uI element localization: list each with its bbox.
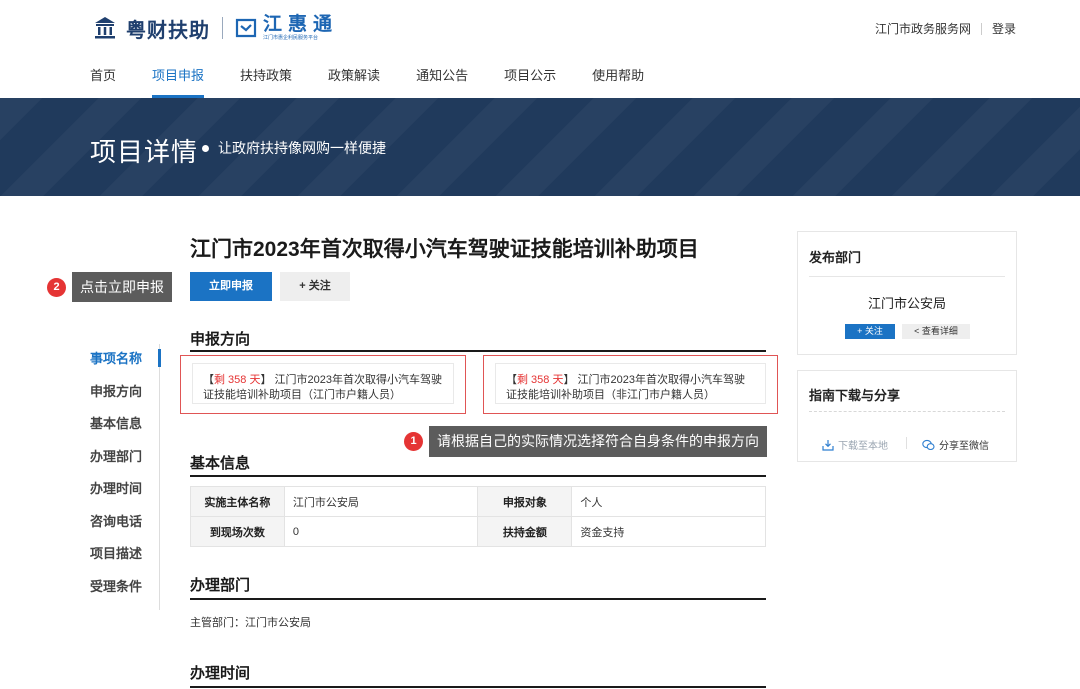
info-value: 江门市公安局: [283, 486, 479, 517]
guide-divider: [809, 411, 1005, 412]
tip-text-1: 请根据自己的实际情况选择符合自身条件的申报方向: [429, 426, 767, 457]
direction-heading-rule: [190, 350, 766, 352]
wechat-icon: [922, 439, 935, 450]
section-nav-item-conditions[interactable]: 受理条件: [90, 572, 159, 605]
table-row: 实施主体名称 江门市公安局 申报对象 个人: [190, 486, 766, 517]
nav-home[interactable]: 首页: [90, 62, 116, 98]
guide-card: 指南下载与分享 下载至本地 分享至微信: [797, 370, 1017, 462]
basic-info-heading: 基本信息: [190, 455, 251, 472]
table-row: 到现场次数 0 扶持金额 资金支持: [190, 516, 766, 547]
nav-project-publicity[interactable]: 项目公示: [504, 62, 556, 98]
brand2-name: 江惠通: [263, 14, 339, 35]
section-nav-item-basic-info[interactable]: 基本信息: [90, 409, 159, 442]
tip-text-2: 点击立即申报: [72, 272, 172, 302]
direction-option-text-line2: 证技能培训补助项目（江门市户籍人员）: [203, 389, 401, 401]
brand2-subtitle: 江门市惠企利民服务平台: [263, 35, 319, 41]
section-nav-item-description[interactable]: 项目描述: [90, 539, 159, 572]
direction-option-local[interactable]: 【剩 358 天】 江门市2023年首次取得小汽车驾驶 证技能培训补助项目（江门…: [180, 355, 466, 414]
info-key: 实施主体名称: [190, 486, 285, 517]
direction-option-text-line2: 证技能培训补助项目（非江门市户籍人员）: [506, 389, 715, 401]
download-icon: [822, 439, 834, 451]
time-heading: 办理时间: [190, 665, 251, 682]
info-key: 申报对象: [477, 486, 573, 517]
direction-heading: 申报方向: [190, 331, 251, 348]
bracket-close: 】: [260, 374, 272, 386]
publisher-follow-button[interactable]: + 关注: [845, 324, 895, 339]
share-divider: [906, 437, 907, 449]
basic-info-heading-rule: [190, 475, 766, 477]
site-logo[interactable]: 粤财扶助 江惠通 江门市惠企利民服务平台: [92, 10, 338, 46]
step-badge-2: 2: [47, 277, 66, 297]
publisher-name: 江门市公安局: [867, 296, 946, 311]
follow-button[interactable]: + 关注: [280, 272, 350, 301]
banner-subtitle: 让政府扶持像网购一样便捷: [218, 140, 386, 156]
time-heading-rule: [190, 686, 766, 688]
download-button[interactable]: 下载至本地: [822, 437, 888, 452]
bracket-open: 【: [203, 374, 214, 386]
direction-option-text-line1: 江门市2023年首次取得小汽车驾驶: [274, 374, 443, 386]
direction-option-text-line1: 江门市2023年首次取得小汽车驾驶: [577, 374, 746, 386]
publisher-divider: [809, 276, 1005, 277]
nav-help[interactable]: 使用帮助: [592, 62, 644, 98]
info-value: 个人: [571, 486, 766, 517]
step-badge-1: 1: [404, 432, 423, 451]
days-remaining: 剩 358 天: [214, 374, 261, 386]
banner-title: 项目详情: [90, 137, 199, 167]
main-nav: 首页 项目申报 扶持政策 政策解读 通知公告 项目公示 使用帮助: [90, 62, 680, 98]
info-key: 到现场次数: [190, 516, 285, 547]
publisher-card: 发布部门 江门市公安局 + 关注 < 查看详细: [797, 231, 1017, 355]
direction-option-body: 【剩 358 天】 江门市2023年首次取得小汽车驾驶 证技能培训补助项目（江门…: [192, 363, 454, 404]
share-wechat-button[interactable]: 分享至微信: [922, 437, 989, 452]
basic-info-table: 实施主体名称 江门市公安局 申报对象 个人 到现场次数 0 扶持金额 资金支持: [190, 486, 766, 547]
brand-name: 粤财扶助: [126, 19, 210, 42]
gov-service-link[interactable]: 江门市政务服务网: [875, 20, 971, 37]
days-remaining: 剩 358 天: [517, 374, 564, 386]
bracket-open: 【: [506, 374, 517, 386]
dept-heading: 办理部门: [190, 577, 251, 594]
government-building-icon: [95, 17, 115, 39]
section-nav-item-name[interactable]: 事项名称: [90, 344, 161, 377]
top-links: 江门市政务服务网 登录: [875, 20, 1016, 37]
logo-divider: [222, 17, 223, 39]
direction-option-nonlocal[interactable]: 【剩 358 天】 江门市2023年首次取得小汽车驾驶 证技能培训补助项目（非江…: [483, 355, 778, 414]
info-value: 0: [283, 516, 479, 547]
download-label: 下载至本地: [838, 441, 888, 452]
top-link-divider: [980, 22, 982, 35]
tip-step-2: 2 点击立即申报: [47, 272, 172, 302]
nav-project-apply[interactable]: 项目申报: [152, 62, 205, 98]
publisher-heading: 发布部门: [809, 250, 862, 265]
dept-text: 主管部门：江门市公安局: [190, 617, 311, 629]
nav-notices[interactable]: 通知公告: [416, 62, 468, 98]
section-nav-item-dept[interactable]: 办理部门: [90, 442, 159, 475]
section-nav-item-time[interactable]: 办理时间: [90, 474, 159, 507]
page-banner: 项目详情 让政府扶持像网购一样便捷: [0, 98, 1080, 196]
project-title: 江门市2023年首次取得小汽车驾驶证技能培训补助项目: [190, 238, 699, 261]
login-link[interactable]: 登录: [992, 20, 1016, 37]
share-wechat-label: 分享至微信: [939, 441, 989, 452]
bracket-close: 】: [563, 374, 575, 386]
nav-policy-interpretation[interactable]: 政策解读: [328, 62, 380, 98]
tip-step-1: 1 请根据自己的实际情况选择符合自身条件的申报方向: [404, 426, 767, 457]
guide-heading: 指南下载与分享: [809, 388, 901, 403]
banner-bullet: [202, 145, 209, 152]
info-key: 扶持金额: [477, 516, 573, 547]
dept-heading-rule: [190, 598, 766, 600]
jianghuitong-logo-icon: [235, 18, 257, 38]
section-nav-item-direction[interactable]: 申报方向: [90, 377, 159, 410]
direction-option-body: 【剩 358 天】 江门市2023年首次取得小汽车驾驶 证技能培训补助项目（非江…: [495, 363, 766, 404]
info-value: 资金支持: [571, 516, 766, 547]
apply-now-button[interactable]: 立即申报: [190, 272, 272, 301]
nav-support-policy[interactable]: 扶持政策: [240, 62, 292, 98]
section-nav: 事项名称 申报方向 基本信息 办理部门 办理时间 咨询电话 项目描述 受理条件: [90, 344, 161, 610]
section-nav-item-phone[interactable]: 咨询电话: [90, 507, 159, 540]
publisher-detail-button[interactable]: < 查看详细: [902, 324, 970, 339]
